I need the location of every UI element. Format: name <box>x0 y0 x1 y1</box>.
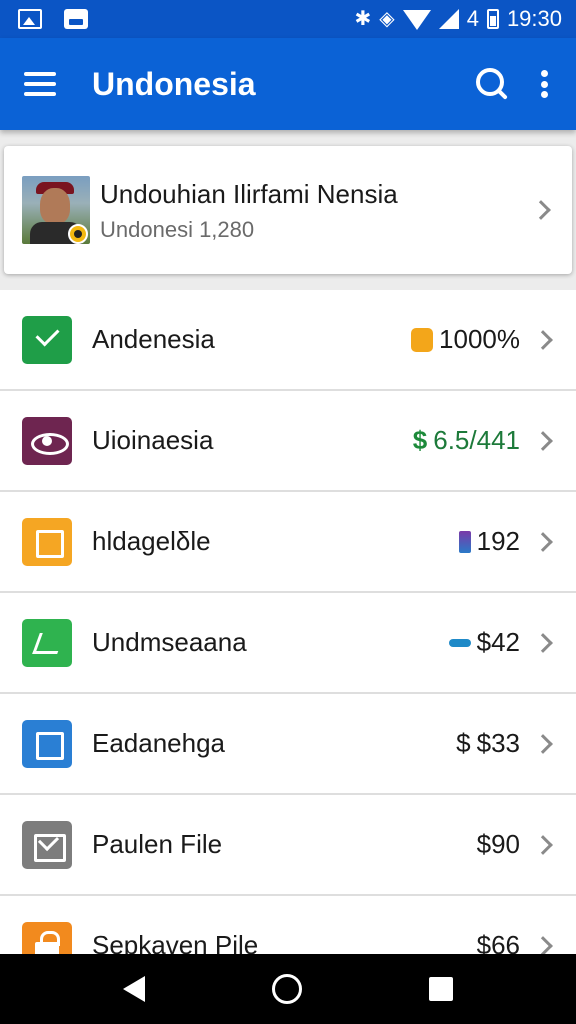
list-item-value-text: $90 <box>476 829 520 859</box>
status-bar: ✱ ◈ 4 19:30 <box>0 0 576 38</box>
list-item-value-text: $42 <box>476 627 520 657</box>
pill-icon <box>448 638 471 647</box>
square-icon <box>22 719 72 768</box>
lock-icon <box>411 327 434 352</box>
chevron-right-icon <box>533 935 553 956</box>
signal-number: 4 <box>466 6 479 31</box>
gallery-notification-icon <box>18 9 42 29</box>
list-item[interactable]: Eadanehga $ $33 <box>0 694 576 795</box>
dollar-icon: $ <box>456 728 471 758</box>
profile-name: Undouhian Ilirfami Nensia <box>100 179 398 209</box>
wifi-icon <box>402 10 431 30</box>
list-item-label: Andenesia <box>92 324 215 354</box>
back-button[interactable] <box>123 976 146 1002</box>
item-list: Andenesia 1000% Uioinaesia $ 6.5/441 hld… <box>0 290 576 997</box>
list-item-value: $ 6.5/441 <box>413 425 520 456</box>
navigation-bar <box>0 954 576 1024</box>
status-time: 19:30 <box>506 6 562 31</box>
list-item-value-text: $33 <box>476 728 520 758</box>
list-item-label: Undmseaana <box>92 627 247 657</box>
chevron-right-icon <box>533 329 553 350</box>
app-title: Undonesia <box>92 65 256 102</box>
list-item-value: 1000% <box>411 324 520 355</box>
search-icon[interactable] <box>474 66 510 102</box>
list-item-value-text: 1000% <box>439 324 520 354</box>
list-item-value: $90 <box>477 829 520 860</box>
list-item[interactable]: Paulen File $90 <box>0 795 576 896</box>
mail-icon <box>22 820 72 869</box>
check-icon <box>22 315 72 364</box>
menu-icon[interactable] <box>24 72 56 96</box>
list-item-value: 192 <box>458 526 520 557</box>
bar-icon <box>458 530 471 553</box>
more-options-icon[interactable] <box>540 70 548 98</box>
list-item-label: Eadanehga <box>92 728 226 758</box>
list-item-label: Paulen File <box>92 829 223 859</box>
battery-icon <box>486 9 499 29</box>
profile-subtitle: Undonesi 1,280 <box>100 217 255 242</box>
cell-signal-icon <box>438 9 459 29</box>
flag-icon <box>22 618 72 667</box>
list-item[interactable]: Undmseaana $42 <box>0 593 576 694</box>
list-item[interactable]: Andenesia 1000% <box>0 290 576 391</box>
app-bar: Undonesia <box>0 38 576 130</box>
chevron-right-icon <box>533 531 553 552</box>
photo-notification-icon <box>64 9 88 29</box>
list-item-value: $ $33 <box>456 728 520 759</box>
profile-card[interactable]: Undouhian Ilirfami Nensia Undonesi 1,280 <box>4 146 572 274</box>
list-item-label: hldagelδle <box>92 526 211 556</box>
chevron-right-icon <box>531 200 551 220</box>
chevron-right-icon <box>533 632 553 653</box>
eye-icon <box>22 416 72 465</box>
list-item[interactable]: Uioinaesia $ 6.5/441 <box>0 391 576 492</box>
avatar <box>22 176 90 244</box>
list-item-value-text: 6.5/441 <box>433 425 520 455</box>
dollar-icon: $ <box>412 425 428 455</box>
avatar-badge-icon <box>68 224 88 244</box>
list-item-value: $42 <box>448 627 520 658</box>
chevron-right-icon <box>533 430 553 451</box>
square-icon <box>22 517 72 566</box>
home-button[interactable] <box>271 974 302 1004</box>
bluetooth-icon: ✱ <box>354 8 372 30</box>
chevron-right-icon <box>533 834 553 855</box>
list-item-value-text: 192 <box>476 526 520 556</box>
recent-apps-button[interactable] <box>428 977 453 1001</box>
vibrate-icon: ◈ <box>379 8 395 30</box>
list-item[interactable]: hldagelδle 192 <box>0 492 576 593</box>
chevron-right-icon <box>533 733 553 754</box>
list-item-label: Uioinaesia <box>92 425 214 455</box>
